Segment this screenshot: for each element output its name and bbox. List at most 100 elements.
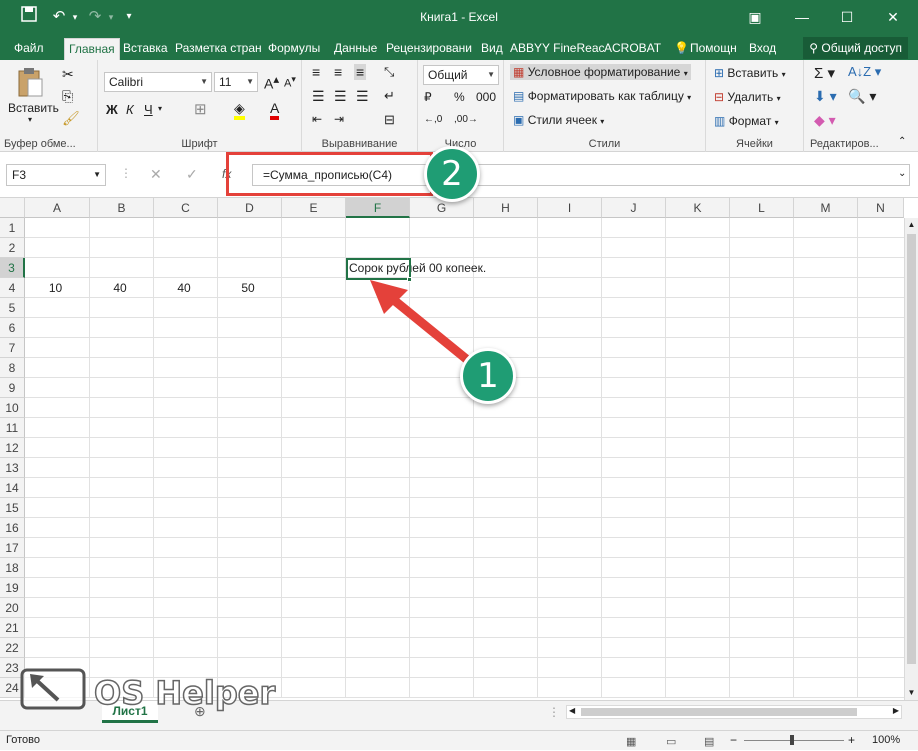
row-header-14[interactable]: 14	[0, 478, 25, 498]
format-as-table-button[interactable]: ▤ Форматировать как таблицу ▾	[510, 88, 694, 104]
row-header-6[interactable]: 6	[0, 318, 25, 338]
percent-icon[interactable]: %	[454, 90, 465, 104]
zoom-slider[interactable]	[744, 740, 844, 741]
row-header-2[interactable]: 2	[0, 238, 25, 258]
find-select-icon[interactable]: 🔍 ▾	[848, 88, 876, 105]
align-top-icon[interactable]: ≡	[312, 64, 320, 80]
column-header-l[interactable]: L	[730, 198, 794, 218]
column-header-b[interactable]: B	[90, 198, 154, 218]
row-header-5[interactable]: 5	[0, 298, 25, 318]
scroll-right-icon[interactable]: ▶	[893, 706, 899, 715]
row-header-10[interactable]: 10	[0, 398, 25, 418]
row-header-3[interactable]: 3	[0, 258, 25, 278]
sign-in-link[interactable]: Вход	[745, 38, 780, 60]
column-header-f[interactable]: F	[346, 198, 410, 218]
column-header-h[interactable]: H	[474, 198, 538, 218]
maximize-icon[interactable]: ☐	[832, 6, 862, 28]
column-header-c[interactable]: C	[154, 198, 218, 218]
increase-indent-icon[interactable]: ⇥	[334, 112, 344, 126]
italic-button[interactable]: К	[126, 102, 134, 117]
align-bottom-icon[interactable]: ≡	[354, 64, 367, 80]
format-cells-button[interactable]: ▥ Формат ▾	[714, 114, 779, 128]
zoom-level[interactable]: 100%	[872, 731, 900, 749]
fill-icon[interactable]: ⬇ ▾	[814, 88, 837, 105]
close-icon[interactable]: ✕	[878, 6, 908, 28]
column-header-a[interactable]: A	[25, 198, 90, 218]
row-header-17[interactable]: 17	[0, 538, 25, 558]
column-header-n[interactable]: N	[858, 198, 904, 218]
horizontal-scroll-thumb[interactable]	[581, 708, 857, 716]
cut-icon[interactable]: ✂	[62, 66, 74, 83]
cell-c4[interactable]: 40	[154, 278, 218, 298]
orientation-icon[interactable]: ⤡	[384, 64, 394, 80]
increase-font-icon[interactable]: A▴	[264, 72, 279, 92]
merge-center-icon[interactable]: ⊟	[384, 112, 395, 128]
underline-dropdown-icon[interactable]: ▾	[158, 104, 162, 113]
cell-a4[interactable]: 10	[25, 278, 90, 298]
number-format-select[interactable]: Общий ▼	[423, 65, 499, 85]
column-header-i[interactable]: I	[538, 198, 602, 218]
clear-icon[interactable]: ◆ ▾	[814, 112, 836, 129]
sort-filter-icon[interactable]: A↓Z ▾	[848, 64, 881, 80]
vertical-scrollbar[interactable]: ▲ ▼	[904, 218, 918, 700]
align-center-icon[interactable]: ☰	[334, 88, 347, 105]
format-painter-icon[interactable]: 🖌	[62, 110, 80, 127]
scroll-left-icon[interactable]: ◀	[569, 706, 575, 715]
column-header-e[interactable]: E	[282, 198, 346, 218]
tell-me-help[interactable]: Помощн	[686, 38, 741, 60]
tab-acrobat[interactable]: ACROBAT	[600, 38, 665, 60]
select-all-corner[interactable]	[0, 198, 25, 218]
column-header-d[interactable]: D	[218, 198, 282, 218]
column-header-k[interactable]: K	[666, 198, 730, 218]
row-header-4[interactable]: 4	[0, 278, 25, 298]
align-right-icon[interactable]: ☰	[356, 88, 369, 105]
currency-icon[interactable]: ₽	[424, 90, 432, 104]
cancel-icon[interactable]: ✕	[150, 166, 162, 183]
enter-icon[interactable]: ✓	[186, 166, 198, 183]
row-header-11[interactable]: 11	[0, 418, 25, 438]
row-header-9[interactable]: 9	[0, 378, 25, 398]
column-header-g[interactable]: G	[410, 198, 474, 218]
tab-data[interactable]: Данные	[330, 38, 381, 60]
zoom-in-icon[interactable]: +	[848, 731, 855, 749]
row-header-1[interactable]: 1	[0, 218, 25, 238]
conditional-formatting-button[interactable]: ▦ Условное форматирование ▾	[510, 64, 691, 80]
font-size-select[interactable]: 11 ▼	[214, 72, 258, 92]
row-header-19[interactable]: 19	[0, 578, 25, 598]
font-color-icon[interactable]: A	[270, 100, 280, 120]
vertical-scroll-thumb[interactable]	[907, 234, 916, 664]
row-header-18[interactable]: 18	[0, 558, 25, 578]
borders-icon[interactable]: ⊞	[194, 100, 207, 118]
row-header-22[interactable]: 22	[0, 638, 25, 658]
row-header-13[interactable]: 13	[0, 458, 25, 478]
scroll-up-icon[interactable]: ▲	[905, 218, 918, 232]
cell-d4[interactable]: 50	[218, 278, 282, 298]
underline-button[interactable]: Ч	[144, 102, 153, 117]
decrease-font-icon[interactable]: A▾	[284, 74, 296, 90]
bold-button[interactable]: Ж	[106, 102, 118, 117]
ribbon-display-icon[interactable]: ▣	[740, 6, 770, 28]
fill-color-icon[interactable]: ◈	[234, 100, 245, 120]
increase-decimal-icon[interactable]: ←,0	[424, 114, 442, 125]
wrap-text-icon[interactable]: ↵	[384, 88, 395, 104]
zoom-out-icon[interactable]: −	[730, 731, 737, 749]
tab-page-layout[interactable]: Разметка стран	[171, 38, 266, 60]
tab-home[interactable]: Главная	[64, 38, 120, 60]
copy-icon[interactable]: ⎘	[62, 88, 73, 105]
paste-button[interactable]: Вставить ▾	[8, 66, 59, 130]
tab-abbyy[interactable]: ABBYY FineReac	[506, 38, 609, 60]
name-box[interactable]: F3 ▼	[6, 164, 106, 186]
tab-review[interactable]: Рецензировани	[382, 38, 476, 60]
row-header-12[interactable]: 12	[0, 438, 25, 458]
row-header-21[interactable]: 21	[0, 618, 25, 638]
delete-cells-button[interactable]: ⊟ Удалить ▾	[714, 90, 781, 104]
column-header-m[interactable]: M	[794, 198, 858, 218]
insert-cells-button[interactable]: ⊞ Вставить ▾	[714, 66, 786, 80]
collapse-ribbon-icon[interactable]: ⌃	[898, 136, 906, 147]
scroll-down-icon[interactable]: ▼	[905, 686, 918, 700]
tab-file[interactable]: Файл	[10, 38, 48, 60]
comma-style-icon[interactable]: 000	[476, 90, 496, 104]
decrease-indent-icon[interactable]: ⇤	[312, 112, 322, 126]
align-left-icon[interactable]: ☰	[312, 88, 325, 105]
row-header-16[interactable]: 16	[0, 518, 25, 538]
